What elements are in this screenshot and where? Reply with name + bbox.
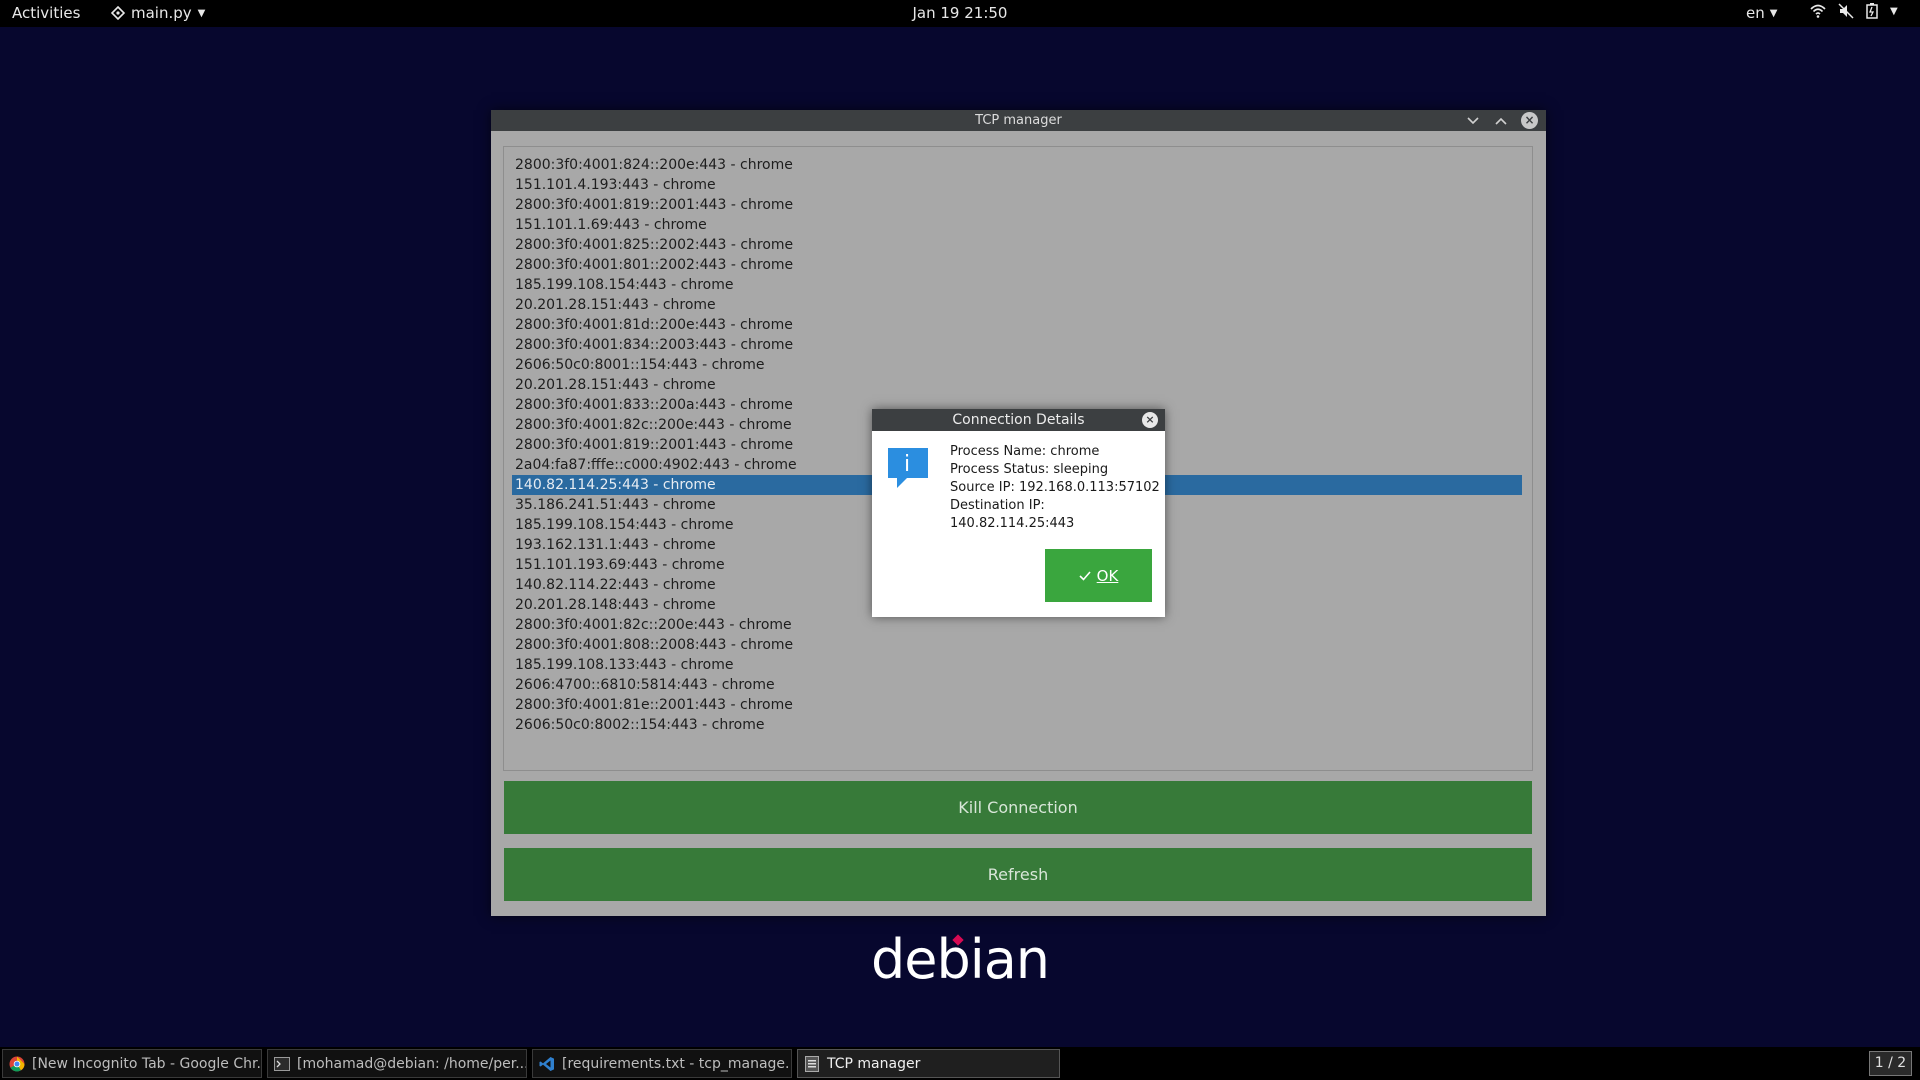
list-item[interactable]: 2800:3f0:4001:81e::2001:443 - chrome (512, 695, 1522, 715)
chevron-down-icon (1467, 116, 1479, 124)
chevron-down-icon: ▼ (1890, 5, 1898, 17)
list-item[interactable]: 2800:3f0:4001:801::2002:443 - chrome (512, 255, 1522, 275)
destination-ip-text: Destination IP: 140.82.114.25:443 (950, 498, 1075, 531)
window-title: TCP manager (975, 113, 1062, 128)
app-window-icon (803, 1055, 821, 1073)
ok-button[interactable]: OK (1045, 549, 1152, 602)
dialog-title: Connection Details (952, 412, 1085, 428)
taskbar-item-label: [requirements.txt - tcp_manage... (562, 1055, 792, 1072)
debian-logo: debian (0, 928, 1920, 991)
list-item[interactable]: 185.199.108.133:443 - chrome (512, 655, 1522, 675)
taskbar-item-label: TCP manager (827, 1055, 921, 1072)
clock[interactable]: Jan 19 21:50 (913, 4, 1008, 22)
terminal-icon (273, 1055, 291, 1073)
list-item[interactable]: 2606:4700::6810:5814:443 - chrome (512, 675, 1522, 695)
taskbar-item-label: [New Incognito Tab - Google Chr... (32, 1055, 262, 1072)
taskbar-item-terminal[interactable]: [mohamad@debian: /home/per... (267, 1049, 527, 1078)
wifi-icon (1810, 4, 1826, 18)
chevron-down-icon: ▼ (197, 7, 206, 19)
window-titlebar[interactable]: TCP manager × (491, 110, 1546, 131)
list-item[interactable]: 185.199.108.154:443 - chrome (512, 275, 1522, 295)
svg-text:i: i (904, 452, 910, 477)
activities-button[interactable]: Activities (12, 4, 80, 22)
process-status-text: Process Status: sleeping (950, 462, 1109, 477)
list-item[interactable]: 2800:3f0:4001:819::2001:443 - chrome (512, 195, 1522, 215)
minimize-button[interactable] (1465, 113, 1481, 129)
list-item[interactable]: 2606:50c0:8001::154:443 - chrome (512, 355, 1522, 375)
dialog-titlebar[interactable]: Connection Details × (872, 409, 1165, 431)
vscode-icon (538, 1055, 556, 1073)
list-item[interactable]: 2606:50c0:8002::154:443 - chrome (512, 715, 1522, 735)
taskbar-item-vscode[interactable]: [requirements.txt - tcp_manage... (532, 1049, 792, 1078)
taskbar: [New Incognito Tab - Google Chr... [moha… (0, 1047, 1920, 1080)
list-item[interactable]: 2800:3f0:4001:824::200e:443 - chrome (512, 155, 1522, 175)
chevron-up-icon (1495, 117, 1507, 125)
dialog-message: Process Name: chrome Process Status: sle… (950, 443, 1165, 533)
workspace-indicator[interactable]: 1 / 2 (1869, 1051, 1912, 1076)
window-controls: × (1465, 110, 1538, 131)
top-bar: Activities main.py ▼ Jan 19 21:50 en ▼ ▼ (0, 0, 1920, 27)
connection-details-dialog: Connection Details × i Process Name: chr… (872, 409, 1165, 617)
list-item[interactable]: 2800:3f0:4001:808::2008:443 - chrome (512, 635, 1522, 655)
list-item[interactable]: 151.101.4.193:443 - chrome (512, 175, 1522, 195)
app-menu[interactable]: main.py ▼ (111, 4, 205, 22)
chevron-down-icon: ▼ (1769, 7, 1778, 19)
info-icon: i (888, 448, 928, 488)
list-item[interactable]: 151.101.1.69:443 - chrome (512, 215, 1522, 235)
source-ip-text: Source IP: 192.168.0.113:57102 (950, 480, 1160, 495)
taskbar-item-chrome[interactable]: [New Incognito Tab - Google Chr... (2, 1049, 262, 1078)
close-icon: × (1524, 113, 1535, 127)
chrome-icon (8, 1055, 26, 1073)
list-item[interactable]: 20.201.28.151:443 - chrome (512, 295, 1522, 315)
list-item[interactable]: 2800:3f0:4001:834::2003:443 - chrome (512, 335, 1522, 355)
ok-button-label: OK (1096, 566, 1119, 585)
process-name-text: Process Name: chrome (950, 444, 1100, 459)
python-diamond-icon (111, 6, 125, 20)
close-icon: × (1145, 413, 1155, 426)
battery-icon (1866, 3, 1878, 19)
close-button[interactable]: × (1521, 112, 1538, 129)
taskbar-item-label: [mohamad@debian: /home/per... (297, 1055, 527, 1072)
language-selector[interactable]: en ▼ (1746, 4, 1777, 22)
kill-connection-button[interactable]: Kill Connection (504, 781, 1532, 834)
refresh-button[interactable]: Refresh (504, 848, 1532, 901)
list-item[interactable]: 2800:3f0:4001:82c::200e:443 - chrome (512, 615, 1522, 635)
maximize-button[interactable] (1493, 113, 1509, 129)
dialog-close-button[interactable]: × (1142, 412, 1158, 428)
app-menu-label: main.py (131, 4, 192, 22)
language-label: en (1746, 4, 1765, 22)
list-item[interactable]: 2800:3f0:4001:81d::200e:443 - chrome (512, 315, 1522, 335)
checkmark-icon (1079, 570, 1091, 581)
taskbar-item-tcp-manager[interactable]: TCP manager (797, 1049, 1060, 1078)
list-item[interactable]: 20.201.28.151:443 - chrome (512, 375, 1522, 395)
list-item[interactable]: 2800:3f0:4001:825::2002:443 - chrome (512, 235, 1522, 255)
system-menu[interactable]: ▼ (1810, 3, 1898, 19)
volume-muted-icon (1838, 3, 1854, 19)
